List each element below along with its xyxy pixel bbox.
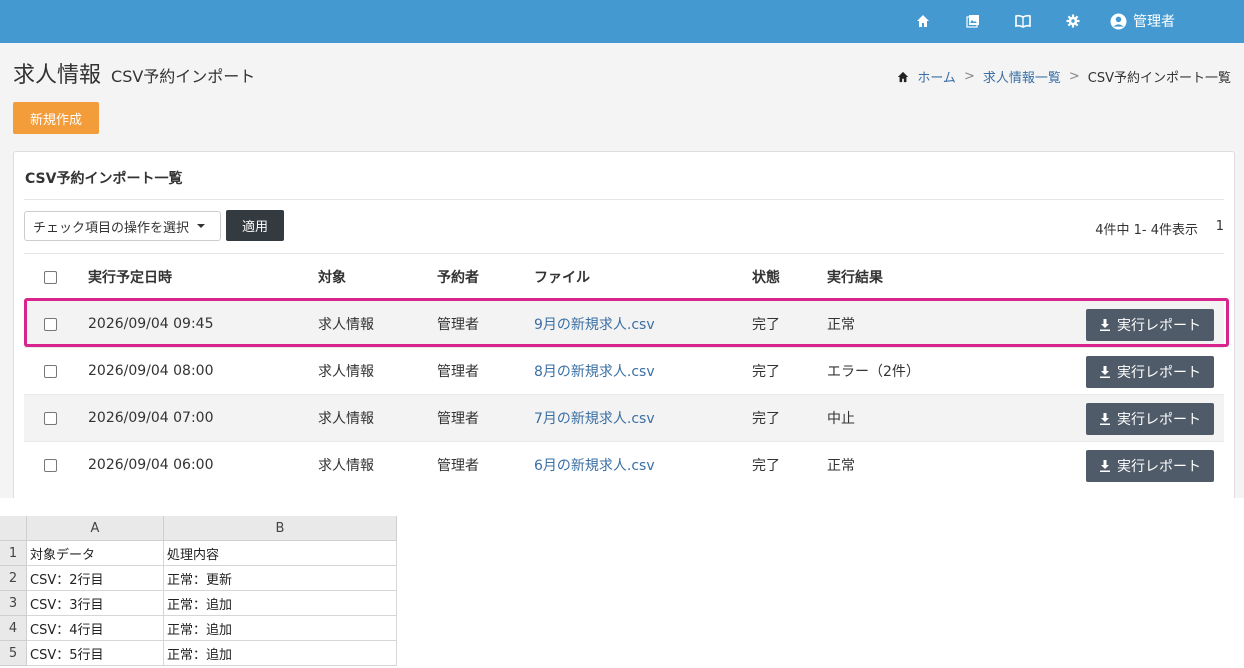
download-icon — [1100, 319, 1110, 331]
breadcrumb-current: CSV予約インポート一覧 — [1087, 71, 1231, 86]
cell-result: 正常 — [827, 458, 855, 474]
report-button-label: 実行レポート — [1117, 459, 1201, 475]
result-count: 4件中 1- 4件表示 — [1095, 223, 1198, 238]
top-navbar: 管理者 — [0, 0, 1244, 43]
book-icon[interactable] — [1010, 8, 1036, 34]
row-number[interactable]: 2 — [0, 566, 27, 591]
cell-result: 中止 — [827, 411, 855, 427]
column-header-result[interactable]: 実行結果 — [827, 254, 883, 300]
report-download-button[interactable]: 実行レポート — [1086, 450, 1214, 482]
sheet-cell[interactable]: 処理内容 — [164, 541, 397, 566]
cell-datetime: 2026/09/04 06:00 — [88, 457, 214, 473]
row-checkbox[interactable] — [44, 317, 57, 331]
row-number[interactable]: 3 — [0, 591, 27, 616]
download-icon — [1100, 460, 1110, 472]
cell-datetime: 2026/09/04 09:45 — [88, 316, 214, 332]
cell-target: 求人情報 — [318, 411, 374, 427]
breadcrumb-job-list[interactable]: 求人情報一覧 — [983, 67, 1061, 86]
table-row: 2026/09/04 07:00 求人情報 管理者 7月の新規求人.csv 完了… — [24, 394, 1224, 441]
cell-user: 管理者 — [437, 364, 479, 380]
file-link[interactable]: 9月の新規求人.csv — [534, 301, 655, 347]
report-button-label: 実行レポート — [1117, 365, 1201, 381]
new-create-button[interactable]: 新規作成 — [13, 102, 99, 134]
download-icon — [1100, 413, 1110, 425]
image-icon[interactable] — [960, 8, 986, 34]
column-header-target[interactable]: 対象 — [318, 254, 346, 300]
home-icon — [898, 71, 909, 82]
cell-target: 求人情報 — [318, 458, 374, 474]
cell-status: 完了 — [752, 364, 780, 380]
page-title: 求人情報 CSV予約インポート — [13, 57, 255, 89]
cell-target: 求人情報 — [318, 317, 374, 333]
row-checkbox[interactable] — [44, 364, 57, 378]
bulk-action-select[interactable]: チェック項目の操作を選択 — [24, 211, 221, 241]
cell-datetime: 2026/09/04 08:00 — [88, 363, 214, 379]
sheet-cell[interactable]: 正常：追加 — [164, 616, 397, 641]
column-header-user[interactable]: 予約者 — [437, 254, 479, 300]
cell-user: 管理者 — [437, 317, 479, 333]
row-checkbox[interactable] — [44, 458, 57, 472]
row-number[interactable]: 5 — [0, 641, 27, 666]
cell-result: 正常 — [827, 317, 855, 333]
pagination-page-1[interactable]: 1 — [1216, 219, 1224, 234]
column-header-b[interactable]: B — [164, 516, 397, 541]
table-row: 2026/09/04 08:00 求人情報 管理者 8月の新規求人.csv 完了… — [24, 347, 1224, 394]
table-header: 実行予定日時 対象 予約者 ファイル 状態 実行結果 — [24, 254, 1224, 300]
breadcrumb: ホーム > 求人情報一覧 > CSV予約インポート一覧 — [897, 67, 1231, 86]
sheet-cell[interactable]: 対象データ — [27, 541, 164, 566]
caret-down-icon — [197, 224, 206, 228]
breadcrumb-separator: > — [963, 69, 975, 84]
apply-button[interactable]: 適用 — [226, 210, 284, 241]
report-button-label: 実行レポート — [1117, 318, 1201, 334]
cell-user: 管理者 — [437, 458, 479, 474]
user-circle-icon — [1110, 13, 1127, 29]
page-title-main: 求人情報 — [13, 63, 102, 88]
divider — [24, 199, 1224, 200]
cell-user: 管理者 — [437, 411, 479, 427]
user-menu[interactable]: 管理者 — [1110, 8, 1175, 34]
row-checkbox[interactable] — [44, 411, 57, 425]
sheet-cell[interactable]: CSV：2行目 — [27, 566, 164, 591]
bulk-action-label: チェック項目の操作を選択 — [33, 220, 190, 236]
cell-status: 完了 — [752, 411, 780, 427]
cell-status: 完了 — [752, 458, 780, 474]
panel-title: CSV予約インポート一覧 — [25, 171, 183, 187]
row-number[interactable]: 1 — [0, 541, 27, 566]
column-header-datetime[interactable]: 実行予定日時 — [88, 254, 172, 300]
spreadsheet: A B 1 対象データ 処理内容 2 CSV：2行目 正常：更新 3 CSV：3… — [0, 516, 397, 668]
cell-datetime: 2026/09/04 07:00 — [88, 410, 214, 426]
table-row: 2026/09/04 09:45 求人情報 管理者 9月の新規求人.csv 完了… — [24, 300, 1224, 347]
page-title-sub: CSV予約インポート — [111, 67, 256, 86]
column-header-file[interactable]: ファイル — [534, 254, 590, 300]
sheet-cell[interactable]: 正常：追加 — [164, 641, 397, 666]
sheet-corner — [0, 516, 27, 541]
breadcrumb-separator: > — [1068, 69, 1080, 84]
report-download-button[interactable]: 実行レポート — [1086, 356, 1214, 388]
cell-target: 求人情報 — [318, 364, 374, 380]
sheet-cell[interactable]: CSV：4行目 — [27, 616, 164, 641]
table-row: 2026/09/04 06:00 求人情報 管理者 6月の新規求人.csv 完了… — [24, 441, 1224, 488]
cell-result: エラー（2件） — [827, 364, 920, 380]
row-number[interactable]: 4 — [0, 616, 27, 641]
sheet-cell[interactable]: CSV：5行目 — [27, 641, 164, 666]
file-link[interactable]: 8月の新規求人.csv — [534, 348, 655, 394]
import-list-panel: CSV予約インポート一覧 チェック項目の操作を選択 適用 4件中 1- 4件表示… — [13, 151, 1235, 501]
report-download-button[interactable]: 実行レポート — [1086, 403, 1214, 435]
report-button-label: 実行レポート — [1117, 412, 1201, 428]
sheet-cell[interactable]: CSV：3行目 — [27, 591, 164, 616]
column-header-status[interactable]: 状態 — [752, 254, 780, 300]
cell-status: 完了 — [752, 317, 780, 333]
select-all-checkbox[interactable] — [44, 270, 57, 284]
user-name: 管理者 — [1133, 14, 1175, 30]
gear-icon[interactable] — [1060, 8, 1086, 34]
file-link[interactable]: 7月の新規求人.csv — [534, 395, 655, 441]
file-link[interactable]: 6月の新規求人.csv — [534, 442, 655, 488]
home-icon[interactable] — [910, 8, 936, 34]
sheet-cell[interactable]: 正常：更新 — [164, 566, 397, 591]
report-download-button[interactable]: 実行レポート — [1086, 309, 1214, 341]
column-header-a[interactable]: A — [27, 516, 164, 541]
breadcrumb-home[interactable]: ホーム — [917, 67, 956, 86]
download-icon — [1100, 366, 1110, 378]
sheet-cell[interactable]: 正常：追加 — [164, 591, 397, 616]
